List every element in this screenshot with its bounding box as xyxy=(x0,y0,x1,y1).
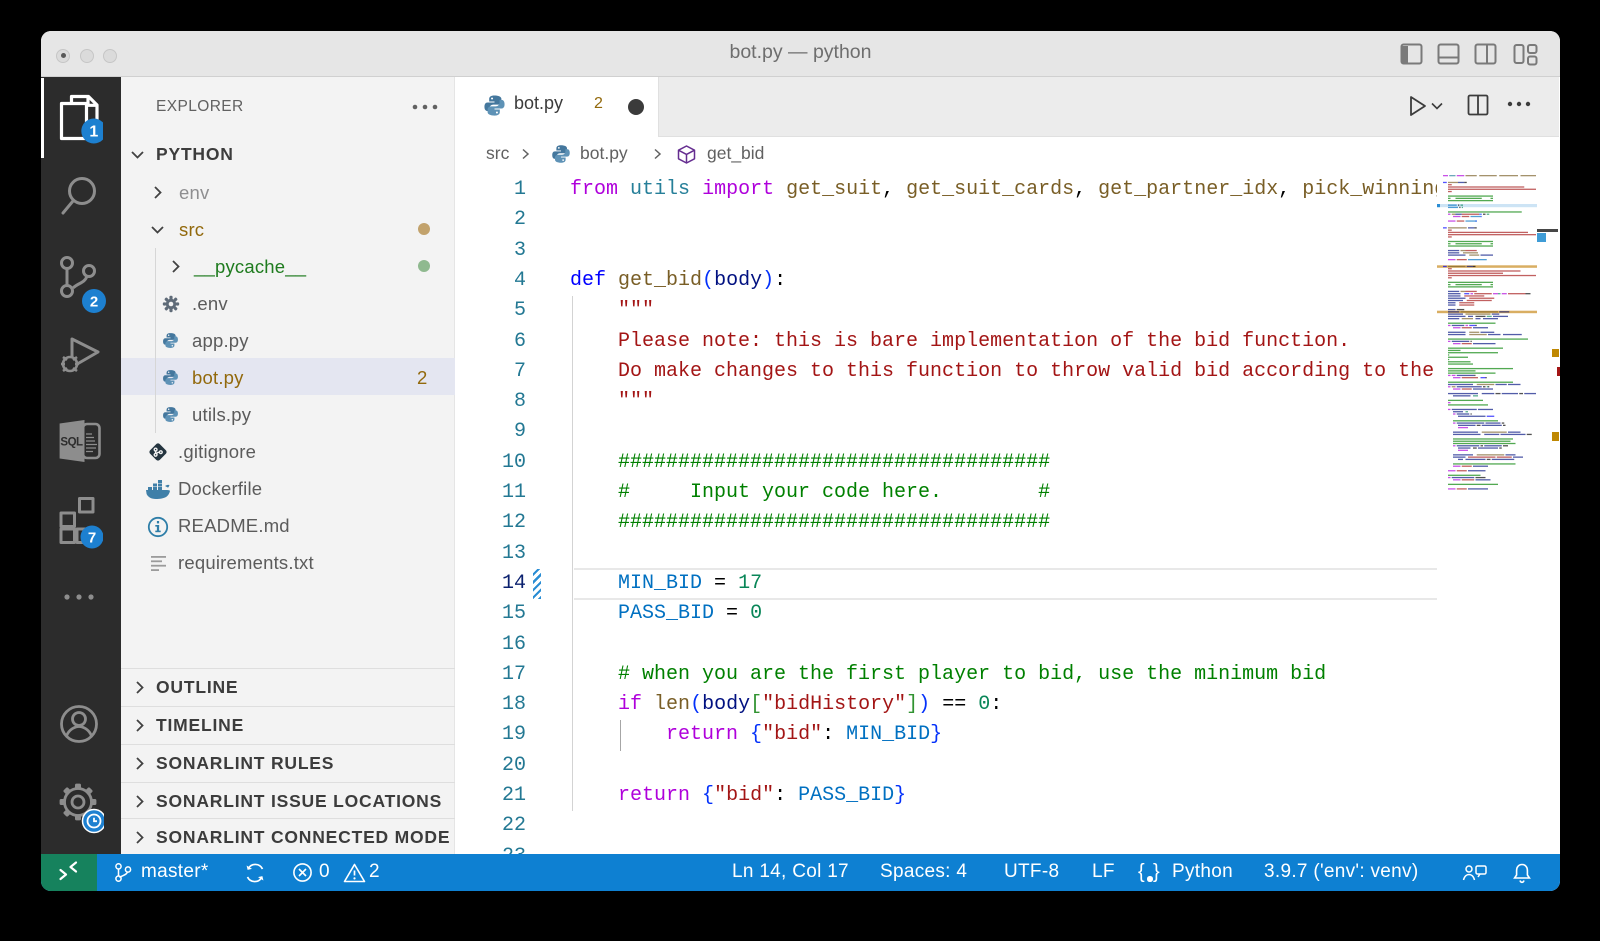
svg-text:2: 2 xyxy=(90,294,98,311)
svg-text:1: 1 xyxy=(89,124,98,141)
svg-text:7: 7 xyxy=(88,530,96,547)
svg-text:SQL: SQL xyxy=(60,437,83,449)
